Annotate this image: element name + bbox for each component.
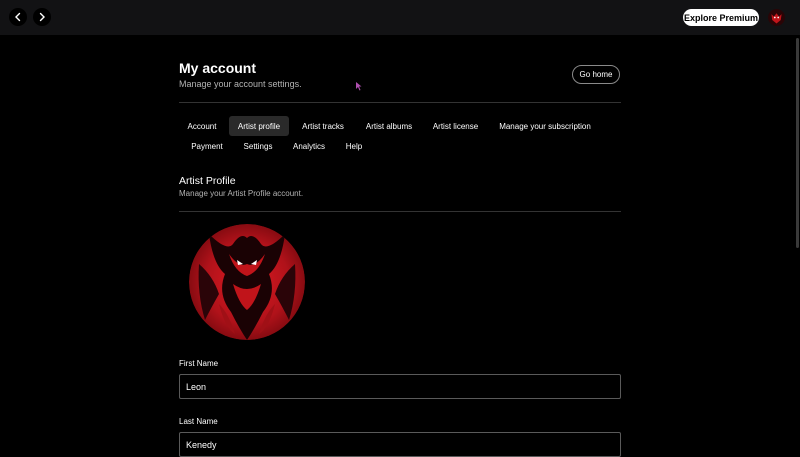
go-home-button[interactable]: Go home <box>572 65 620 84</box>
tab-payment[interactable]: Payment <box>184 136 230 156</box>
mouse-cursor-icon <box>356 82 362 91</box>
tab-analytics[interactable]: Analytics <box>286 136 332 156</box>
first-name-label: First Name <box>179 359 219 368</box>
chevron-right-icon <box>39 12 45 22</box>
tab-help[interactable]: Help <box>339 136 369 156</box>
tab-settings[interactable]: Settings <box>236 136 280 156</box>
tab-account[interactable]: Account <box>180 116 224 136</box>
tab-artist-tracks[interactable]: Artist tracks <box>294 116 352 136</box>
back-button[interactable] <box>9 8 27 26</box>
tab-manage-subscription[interactable]: Manage your subscription <box>492 116 598 136</box>
tab-artist-profile[interactable]: Artist profile <box>229 116 289 136</box>
artist-profile-image[interactable] <box>189 224 305 340</box>
page-subtitle: Manage your account settings. <box>179 79 302 89</box>
user-avatar[interactable] <box>768 9 785 26</box>
chevron-left-icon <box>15 12 21 22</box>
red-demon-artwork-icon <box>189 224 305 340</box>
section-subtitle: Manage your Artist Profile account. <box>179 189 304 198</box>
red-demon-avatar-icon <box>768 9 785 26</box>
page-title: My account <box>179 60 257 76</box>
forward-button[interactable] <box>33 8 51 26</box>
last-name-label: Last Name <box>179 417 218 426</box>
last-name-input[interactable]: Kenedy <box>179 432 621 457</box>
tab-artist-license[interactable]: Artist license <box>425 116 486 136</box>
scrollbar-thumb[interactable] <box>796 38 799 248</box>
section-title: Artist Profile <box>179 175 236 187</box>
first-name-input[interactable]: Leon <box>179 374 621 399</box>
top-bar: Explore Premium <box>0 0 800 35</box>
section-divider <box>179 211 621 212</box>
tab-artist-albums[interactable]: Artist albums <box>358 116 420 136</box>
header-divider <box>179 102 621 103</box>
explore-premium-button[interactable]: Explore Premium <box>683 9 759 26</box>
